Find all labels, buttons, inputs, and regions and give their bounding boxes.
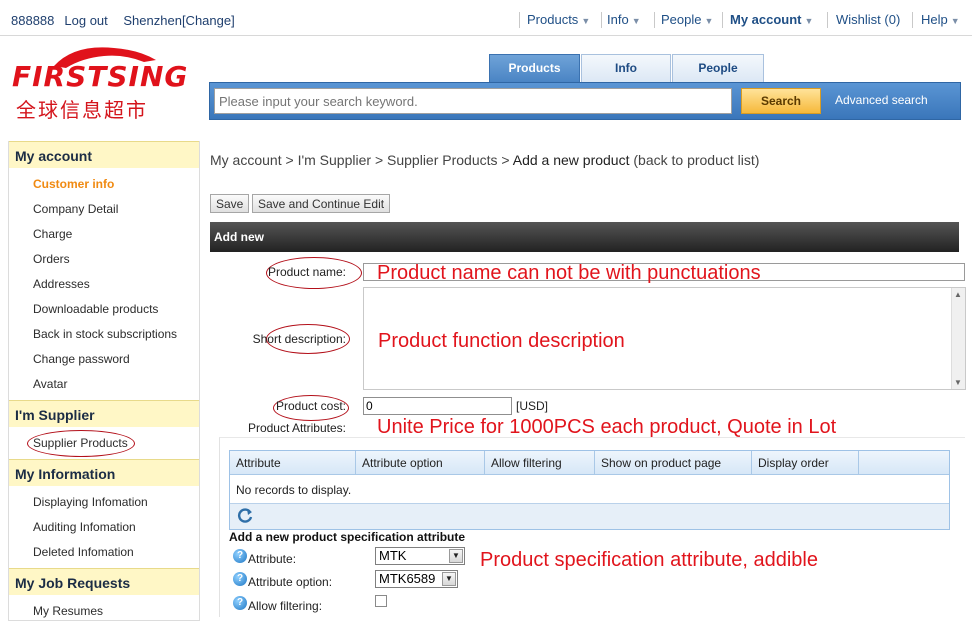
column-attribute[interactable]: Attribute [230,451,356,475]
product-attributes-label: Product Attributes: [247,421,346,435]
divider [601,12,602,28]
sidebar-item-addresses[interactable]: Addresses [33,277,90,291]
sidebar-item-orders[interactable]: Orders [33,252,70,266]
sidebar-heading-job-requests: My Job Requests [9,568,199,595]
grid-footer [230,503,949,529]
help-icon[interactable]: ? [233,572,247,586]
logo-chinese: 全球信息超市 [16,98,148,122]
nav-wishlist[interactable]: Wishlist (0) [836,12,900,27]
location-link[interactable]: Shenzhen[Change] [123,13,234,28]
sidebar-item-auditing[interactable]: Auditing Infomation [33,520,136,534]
logout-link[interactable]: Log out [64,13,107,28]
breadcrumb: My account > I'm Supplier > Supplier Pro… [210,152,760,168]
sidebar-item-avatar[interactable]: Avatar [33,377,67,391]
column-allow-filtering[interactable]: Allow filtering [485,451,595,475]
sidebar-item-downloadable-products[interactable]: Downloadable products [33,302,158,316]
sidebar-item-displaying[interactable]: Displaying Infomation [33,495,148,509]
attribute-select[interactable]: MTK ▼ [375,547,465,565]
search-input[interactable] [214,88,732,114]
nav-info[interactable]: Info ▼ [607,12,641,27]
sidebar-heading-my-information: My Information [9,459,199,486]
allow-filtering-checkbox[interactable] [375,595,387,607]
sidebar-heading-supplier: I'm Supplier [9,400,199,427]
annotation-cost: Unite Price for 1000PCS each product, Qu… [377,416,837,438]
tab-products[interactable]: Products [489,54,580,82]
section-title: Add new [210,222,959,252]
tab-info[interactable]: Info [581,54,671,82]
spec-filter-label: Allow filtering: [248,599,323,613]
chevron-down-icon: ▼ [449,549,463,563]
chevron-down-icon: ▼ [631,16,641,26]
divider [722,12,723,28]
save-continue-button[interactable]: Save and Continue Edit [252,194,391,213]
divider [912,12,913,28]
breadcrumb-current: Add a new product [512,152,630,168]
chevron-down-icon: ▼ [581,16,591,26]
breadcrumb-my-account[interactable]: My account [210,152,282,168]
annotation-desc: Product function description [378,330,625,352]
sidebar-item-company-detail[interactable]: Company Detail [33,202,118,216]
divider [827,12,828,28]
cost-unit: [USD] [516,399,549,413]
nav-people[interactable]: People ▼ [661,12,713,27]
logo-latin: FIRSTSING [12,60,189,93]
short-description-label: Short description: [252,332,346,346]
back-to-list-link[interactable]: (back to product list) [633,152,759,168]
column-display-order[interactable]: Display order [752,451,859,475]
column-attribute-option[interactable]: Attribute option [356,451,485,475]
save-button[interactable]: Save [210,194,250,213]
help-icon[interactable]: ? [233,549,247,563]
product-name-label: Product name: [267,265,346,279]
search-button[interactable]: Search [741,88,821,114]
advanced-search-link[interactable]: Advanced search [835,93,928,107]
product-cost-input[interactable] [363,397,512,415]
spec-attribute-label: Attribute: [248,552,297,566]
user-id: 888888 [11,13,55,28]
chevron-down-icon: ▼ [950,16,960,26]
divider [519,12,520,28]
sidebar-item-back-in-stock[interactable]: Back in stock subscriptions [33,327,177,341]
annotation-name: Product name can not be with punctuation… [377,262,761,284]
sidebar-item-customer-info[interactable]: Customer info [33,177,114,191]
refresh-icon[interactable] [235,506,255,526]
sidebar-item-my-resumes[interactable]: My Resumes [33,604,103,618]
sidebar-item-charge[interactable]: Charge [33,227,72,241]
column-show-on-page[interactable]: Show on product page [595,451,752,475]
breadcrumb-supplier-products[interactable]: Supplier Products [387,152,498,168]
textarea-scrollbar[interactable]: ▲ ▼ [951,288,965,389]
nav-help[interactable]: Help ▼ [921,12,960,27]
spec-attribute-title: Add a new product specification attribut… [229,530,466,544]
chevron-down-icon: ▼ [704,16,714,26]
product-cost-label: Product cost: [275,399,346,413]
divider [654,12,655,28]
sidebar-item-change-password[interactable]: Change password [33,352,130,366]
sidebar-heading-my-account: My account [9,141,199,168]
breadcrumb-supplier[interactable]: I'm Supplier [298,152,371,168]
nav-products[interactable]: Products ▼ [527,12,590,27]
tab-people[interactable]: People [672,54,764,82]
grid-header: Attribute Attribute option Allow filteri… [230,451,949,475]
attribute-option-select[interactable]: MTK6589 ▼ [375,570,458,588]
nav-my-account[interactable]: My account ▼ [730,12,813,27]
chevron-down-icon: ▼ [804,16,814,26]
help-icon[interactable]: ? [233,596,247,610]
spec-option-label: Attribute option: [248,575,333,589]
top-user-area: 888888 Log out Shenzhen[Change] [11,13,245,28]
annotation-spec: Product specification attribute, addible [480,549,818,571]
sidebar-item-deleted[interactable]: Deleted Infomation [33,545,134,559]
no-records-text: No records to display. [236,483,352,497]
sidebar-item-supplier-products[interactable]: Supplier Products [33,436,128,450]
chevron-down-icon: ▼ [442,572,456,586]
